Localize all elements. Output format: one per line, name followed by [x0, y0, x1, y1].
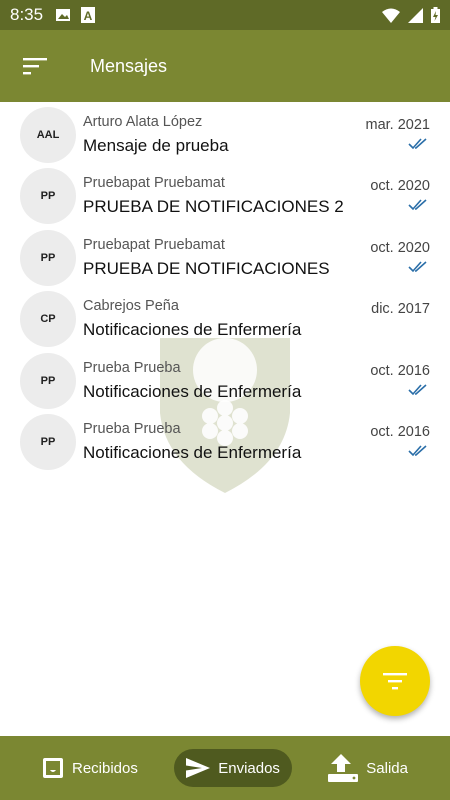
send-icon: [186, 758, 211, 778]
nav-label-enviados: Enviados: [218, 759, 280, 777]
nav-label-recibidos: Recibidos: [72, 759, 138, 777]
message-row[interactable]: PP Prueba Prueba Notificaciones de Enfer…: [0, 411, 450, 472]
cell-signal-icon: [408, 7, 423, 23]
sort-menu-button[interactable]: [0, 30, 70, 102]
message-date: dic. 2017: [371, 301, 430, 318]
avatar: PP: [20, 168, 76, 225]
message-row[interactable]: PP Pruebapat Pruebamat PRUEBA DE NOTIFIC…: [0, 165, 450, 226]
inbox-icon: [43, 758, 63, 778]
message-sender: Prueba Prueba: [83, 359, 181, 376]
avatar: PP: [20, 352, 76, 409]
filter-fab-button[interactable]: [360, 646, 430, 716]
read-receipt-icon: [408, 261, 427, 272]
svg-text:A: A: [84, 9, 93, 23]
message-date: oct. 2020: [370, 178, 430, 195]
app-a-icon: A: [81, 7, 96, 23]
message-row[interactable]: PP Prueba Prueba Notificaciones de Enfer…: [0, 350, 450, 411]
message-subject: Notificaciones de Enfermería: [83, 381, 302, 401]
message-row[interactable]: PP Pruebapat Pruebamat PRUEBA DE NOTIFIC…: [0, 227, 450, 288]
avatar: AAL: [20, 107, 76, 163]
status-bar: 8:35 A: [0, 0, 450, 30]
message-list: AAL Arturo Alata López Mensaje de prueba…: [0, 104, 450, 472]
avatar: PP: [20, 229, 76, 286]
message-subject: Notificaciones de Enfermería: [83, 320, 302, 340]
image-icon: [56, 9, 71, 21]
message-sender: Pruebapat Pruebamat: [83, 175, 225, 192]
message-sender: Cabrejos Peña: [83, 298, 179, 315]
message-date: oct. 2020: [370, 239, 430, 256]
sort-menu-icon: [23, 58, 47, 75]
message-subject: PRUEBA DE NOTIFICACIONES 2: [83, 197, 344, 217]
wifi-icon: [382, 8, 400, 23]
nav-item-salida[interactable]: Salida: [316, 749, 420, 787]
message-date: oct. 2016: [370, 362, 430, 379]
message-date: mar. 2021: [365, 117, 431, 133]
read-receipt-icon: [408, 383, 427, 395]
battery-icon: [431, 7, 440, 23]
nav-item-enviados[interactable]: Enviados: [174, 749, 292, 787]
page-title: Mensajes: [90, 55, 168, 76]
read-receipt-icon: [408, 199, 427, 211]
bottom-nav: Recibidos Enviados Salida: [0, 736, 450, 800]
status-time: 8:35: [10, 5, 44, 24]
message-row[interactable]: CP Cabrejos Peña Notificaciones de Enfer…: [0, 288, 450, 349]
message-sender: Prueba Prueba: [83, 420, 181, 437]
upload-icon: [328, 754, 359, 782]
nav-item-recibidos[interactable]: Recibidos: [30, 749, 150, 787]
message-sender: Arturo Alata López: [83, 114, 203, 130]
read-receipt-icon: [408, 138, 427, 150]
avatar: PP: [20, 413, 76, 470]
filter-icon: [383, 673, 407, 690]
nav-label-salida: Salida: [366, 759, 408, 777]
message-row[interactable]: AAL Arturo Alata López Mensaje de prueba…: [0, 104, 450, 165]
message-subject: PRUEBA DE NOTIFICACIONES: [83, 258, 330, 278]
message-subject: Mensaje de prueba: [83, 136, 229, 155]
avatar: CP: [20, 291, 76, 348]
message-sender: Pruebapat Pruebamat: [83, 236, 225, 253]
app-bar: Mensajes: [0, 30, 450, 102]
read-receipt-icon: [408, 445, 427, 457]
message-date: oct. 2016: [370, 423, 430, 440]
message-subject: Notificaciones de Enfermería: [83, 442, 302, 462]
